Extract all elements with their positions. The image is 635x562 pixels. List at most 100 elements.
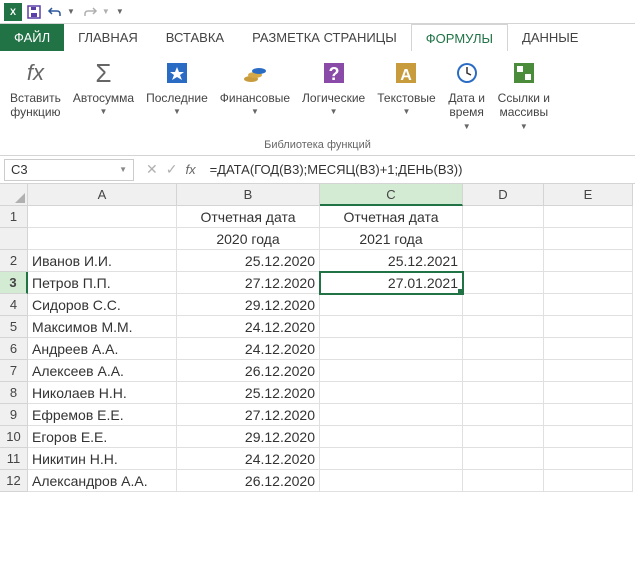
- cell[interactable]: Петров П.П.: [28, 272, 177, 294]
- datetime-button[interactable]: Дата ивремя ▼: [442, 55, 492, 137]
- cell[interactable]: [320, 426, 463, 448]
- row-header[interactable]: 11: [0, 448, 28, 470]
- column-header[interactable]: A: [28, 184, 177, 206]
- cell[interactable]: [463, 338, 544, 360]
- cell[interactable]: Александров А.А.: [28, 470, 177, 492]
- cell[interactable]: 27.12.2020: [177, 272, 320, 294]
- tab-formulas[interactable]: ФОРМУЛЫ: [411, 24, 508, 51]
- row-header[interactable]: 3: [0, 272, 28, 294]
- cell[interactable]: [463, 316, 544, 338]
- cell[interactable]: [544, 228, 633, 250]
- autosum-button[interactable]: Σ Автосумма ▼: [67, 55, 140, 137]
- cell[interactable]: [320, 338, 463, 360]
- cell[interactable]: [544, 206, 633, 228]
- row-header[interactable]: 8: [0, 382, 28, 404]
- row-header[interactable]: 10: [0, 426, 28, 448]
- chevron-down-icon[interactable]: ▼: [119, 165, 127, 174]
- cell[interactable]: Максимов М.М.: [28, 316, 177, 338]
- cell[interactable]: [544, 404, 633, 426]
- cell[interactable]: [463, 448, 544, 470]
- cell[interactable]: 24.12.2020: [177, 448, 320, 470]
- cell[interactable]: 29.12.2020: [177, 426, 320, 448]
- cell[interactable]: [320, 294, 463, 316]
- undo-icon[interactable]: [46, 3, 64, 21]
- column-header[interactable]: C: [320, 184, 463, 206]
- cell[interactable]: [544, 360, 633, 382]
- cell[interactable]: [320, 382, 463, 404]
- row-header[interactable]: 4: [0, 294, 28, 316]
- cell[interactable]: [544, 382, 633, 404]
- cell[interactable]: Отчетная дата: [177, 206, 320, 228]
- fx-icon[interactable]: fx: [185, 162, 195, 177]
- cell[interactable]: Николаев Н.Н.: [28, 382, 177, 404]
- financial-button[interactable]: Финансовые ▼: [214, 55, 296, 137]
- lookup-button[interactable]: Ссылки имассивы ▼: [492, 55, 556, 137]
- cell[interactable]: [320, 360, 463, 382]
- cell[interactable]: 2021 года: [320, 228, 463, 250]
- cell[interactable]: [544, 470, 633, 492]
- cell[interactable]: Ефремов Е.Е.: [28, 404, 177, 426]
- cell[interactable]: 26.12.2020: [177, 360, 320, 382]
- cell[interactable]: [544, 294, 633, 316]
- cell[interactable]: [463, 470, 544, 492]
- cell[interactable]: Алексеев А.А.: [28, 360, 177, 382]
- logical-button[interactable]: ? Логические ▼: [296, 55, 371, 137]
- cancel-icon[interactable]: ✕: [146, 161, 158, 178]
- column-header[interactable]: D: [463, 184, 544, 206]
- tab-insert[interactable]: ВСТАВКА: [152, 24, 238, 51]
- cell[interactable]: [544, 338, 633, 360]
- cell[interactable]: [544, 426, 633, 448]
- cell[interactable]: Никитин Н.Н.: [28, 448, 177, 470]
- cell[interactable]: 25.12.2020: [177, 250, 320, 272]
- tab-file[interactable]: ФАЙЛ: [0, 24, 64, 51]
- qat-customize-icon[interactable]: ▼: [116, 7, 124, 16]
- cell[interactable]: 25.12.2021: [320, 250, 463, 272]
- insert-function-button[interactable]: fx Вставитьфункцию: [4, 55, 67, 137]
- cell[interactable]: [463, 206, 544, 228]
- name-box[interactable]: C3 ▼: [4, 159, 134, 181]
- row-header[interactable]: 5: [0, 316, 28, 338]
- cell[interactable]: Отчетная дата: [320, 206, 463, 228]
- row-header[interactable]: 12: [0, 470, 28, 492]
- row-header[interactable]: [0, 228, 28, 250]
- cell[interactable]: [463, 272, 544, 294]
- cell[interactable]: [463, 360, 544, 382]
- cell[interactable]: 24.12.2020: [177, 316, 320, 338]
- column-header[interactable]: B: [177, 184, 320, 206]
- cell[interactable]: 25.12.2020: [177, 382, 320, 404]
- select-all-button[interactable]: [0, 184, 28, 206]
- active-cell[interactable]: 27.01.2021: [320, 272, 463, 294]
- column-header[interactable]: E: [544, 184, 633, 206]
- row-header[interactable]: 2: [0, 250, 28, 272]
- tab-layout[interactable]: РАЗМЕТКА СТРАНИЦЫ: [238, 24, 411, 51]
- row-header[interactable]: 6: [0, 338, 28, 360]
- cell[interactable]: [463, 404, 544, 426]
- cell[interactable]: [28, 206, 177, 228]
- cell[interactable]: [544, 448, 633, 470]
- redo-dropdown-icon[interactable]: ▼: [102, 7, 110, 16]
- text-button[interactable]: A Текстовые ▼: [371, 55, 441, 137]
- row-header[interactable]: 9: [0, 404, 28, 426]
- row-header[interactable]: 1: [0, 206, 28, 228]
- cell[interactable]: 24.12.2020: [177, 338, 320, 360]
- cell[interactable]: [463, 294, 544, 316]
- cell[interactable]: [28, 228, 177, 250]
- cell[interactable]: 29.12.2020: [177, 294, 320, 316]
- tab-data[interactable]: ДАННЫЕ: [508, 24, 592, 51]
- cell[interactable]: [320, 448, 463, 470]
- tab-home[interactable]: ГЛАВНАЯ: [64, 24, 152, 51]
- undo-dropdown-icon[interactable]: ▼: [67, 7, 75, 16]
- cell[interactable]: [463, 382, 544, 404]
- row-header[interactable]: 7: [0, 360, 28, 382]
- save-icon[interactable]: [25, 3, 43, 21]
- cell[interactable]: [463, 250, 544, 272]
- cell[interactable]: [463, 426, 544, 448]
- cell[interactable]: Егоров Е.Е.: [28, 426, 177, 448]
- formula-input[interactable]: =ДАТА(ГОД(B3);МЕСЯЦ(B3)+1;ДЕНЬ(B3)): [204, 159, 635, 181]
- cell[interactable]: [544, 316, 633, 338]
- redo-icon[interactable]: [81, 3, 99, 21]
- cell[interactable]: Андреев А.А.: [28, 338, 177, 360]
- cell[interactable]: 27.12.2020: [177, 404, 320, 426]
- cell[interactable]: Сидоров С.С.: [28, 294, 177, 316]
- cell[interactable]: 26.12.2020: [177, 470, 320, 492]
